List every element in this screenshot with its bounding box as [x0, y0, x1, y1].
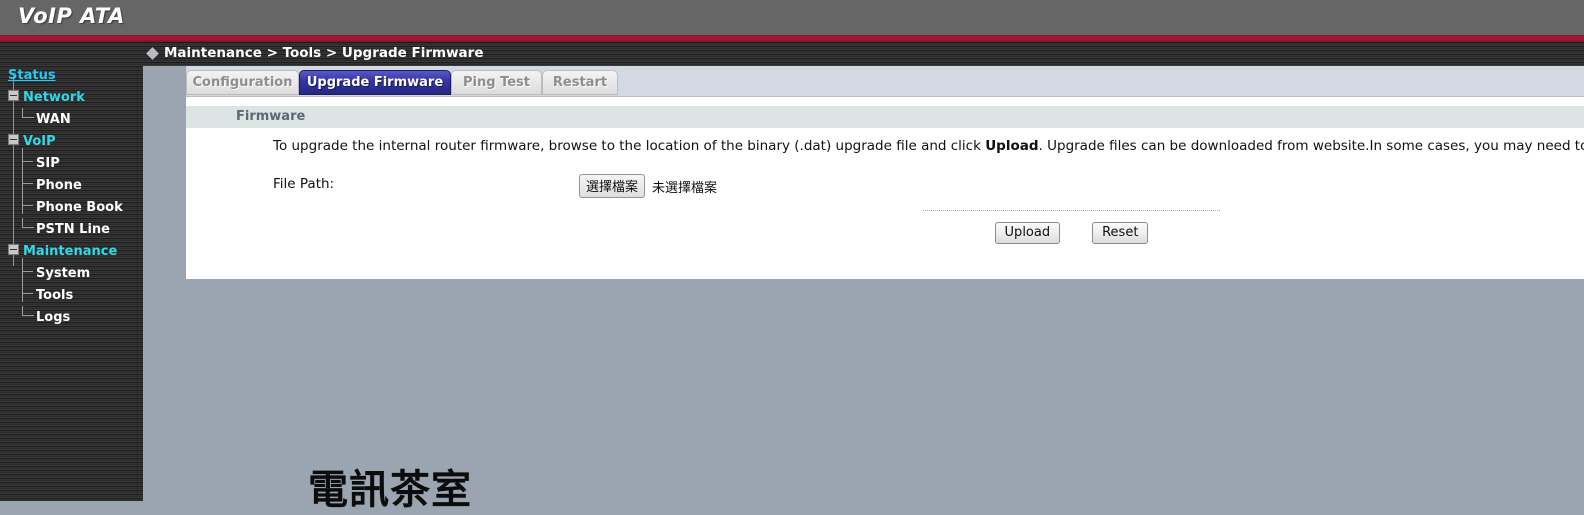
sidebar-item-label: System	[36, 266, 91, 281]
sidebar-item-status[interactable]: Status	[0, 64, 143, 86]
sidebar-item-label: Maintenance	[23, 244, 118, 259]
sidebar-item-pstn-line[interactable]: PSTN Line	[0, 218, 143, 240]
settings-panel: Configuration Upgrade Firmware Ping Test…	[186, 66, 1584, 279]
sidebar-item-label: VoIP	[23, 134, 56, 149]
expand-collapse-icon[interactable]	[8, 134, 19, 145]
sidebar-item-label: Logs	[36, 310, 71, 325]
file-path-input[interactable]: 選擇檔案 未選擇檔案	[579, 174, 717, 198]
choose-file-button[interactable]: 選擇檔案	[579, 174, 646, 198]
sidebar-item-label: WAN	[36, 112, 71, 127]
tab-label: Restart	[552, 75, 608, 90]
breadcrumb-bar: Maintenance > Tools > Upgrade Firmware	[0, 42, 1584, 66]
dotted-separator	[923, 210, 1220, 212]
sidebar-tree: Status Network WAN VoIP SIP Phone Phone …	[0, 42, 143, 328]
no-file-selected-text: 未選擇檔案	[652, 180, 718, 196]
sidebar-item-label: Status	[8, 68, 56, 83]
reset-button[interactable]: Reset	[1092, 222, 1149, 244]
tree-elbow-icon	[22, 306, 34, 316]
tab-upgrade-firmware[interactable]: Upgrade Firmware	[299, 70, 451, 95]
sidebar-item-label: Phone Book	[36, 200, 123, 215]
upload-button[interactable]: Upload	[994, 222, 1061, 244]
expand-collapse-icon[interactable]	[8, 244, 19, 255]
sidebar-item-label: Tools	[36, 288, 74, 303]
tab-configuration[interactable]: Configuration	[186, 70, 299, 95]
sidebar-item-label: PSTN Line	[36, 222, 110, 237]
section-header-firmware: Firmware	[186, 106, 1584, 128]
tab-label: Configuration	[192, 75, 293, 90]
sidebar-item-label: SIP	[36, 156, 60, 171]
sidebar-item-logs[interactable]: Logs	[0, 306, 143, 328]
instructions-part-2: . Upgrade files can be downloaded from w…	[1038, 138, 1584, 154]
tree-tee-icon	[22, 280, 34, 302]
red-divider-rule	[0, 35, 1584, 42]
product-logo: VoIP ATA	[18, 4, 125, 28]
tab-restart[interactable]: Restart	[542, 70, 618, 95]
expand-collapse-icon[interactable]	[8, 90, 19, 101]
tree-tee-icon	[22, 192, 34, 214]
instructions-text: To upgrade the internal router firmware,…	[273, 138, 1584, 154]
sidebar-item-label: Phone	[36, 178, 82, 193]
instructions-emphasis: Upload	[985, 138, 1039, 154]
form-action-row: Upload Reset	[923, 221, 1220, 244]
watermark-text: 電訊茶室	[308, 467, 472, 513]
sidebar-item-phone-book[interactable]: Phone Book	[0, 192, 143, 218]
tree-elbow-icon	[22, 218, 34, 228]
sidebar-item-wan[interactable]: WAN	[0, 108, 143, 130]
page-root: VoIP ATA Maintenance > Tools > Upgrade F…	[0, 0, 1584, 513]
instructions-part-1: To upgrade the internal router firmware,…	[273, 138, 986, 154]
main-content-area: Configuration Upgrade Firmware Ping Test…	[143, 66, 1584, 513]
sidebar-item-label: Network	[23, 90, 85, 105]
sidebar-item-network[interactable]: Network	[0, 86, 143, 108]
tab-label: Ping Test	[463, 75, 530, 90]
tab-ping-test[interactable]: Ping Test	[451, 70, 542, 95]
top-brand-bar: VoIP ATA	[0, 0, 1584, 35]
file-path-label: File Path:	[273, 176, 335, 192]
breadcrumb-text: Maintenance > Tools > Upgrade Firmware	[164, 45, 484, 61]
tree-tee-icon	[22, 170, 34, 192]
sidebar-nav: Status Network WAN VoIP SIP Phone Phone …	[0, 42, 143, 501]
tab-bar: Configuration Upgrade Firmware Ping Test…	[186, 66, 1584, 97]
tree-tee-icon	[22, 148, 34, 170]
breadcrumb: Maintenance > Tools > Upgrade Firmware	[146, 45, 484, 61]
sidebar-item-tools[interactable]: Tools	[0, 280, 143, 306]
diamond-bullet-icon	[146, 47, 159, 60]
panel-body: Firmware To upgrade the internal router …	[186, 97, 1584, 279]
tree-elbow-icon	[22, 108, 34, 118]
section-title: Firmware	[236, 109, 306, 124]
tab-label: Upgrade Firmware	[306, 75, 444, 90]
tree-tee-icon	[22, 258, 34, 280]
